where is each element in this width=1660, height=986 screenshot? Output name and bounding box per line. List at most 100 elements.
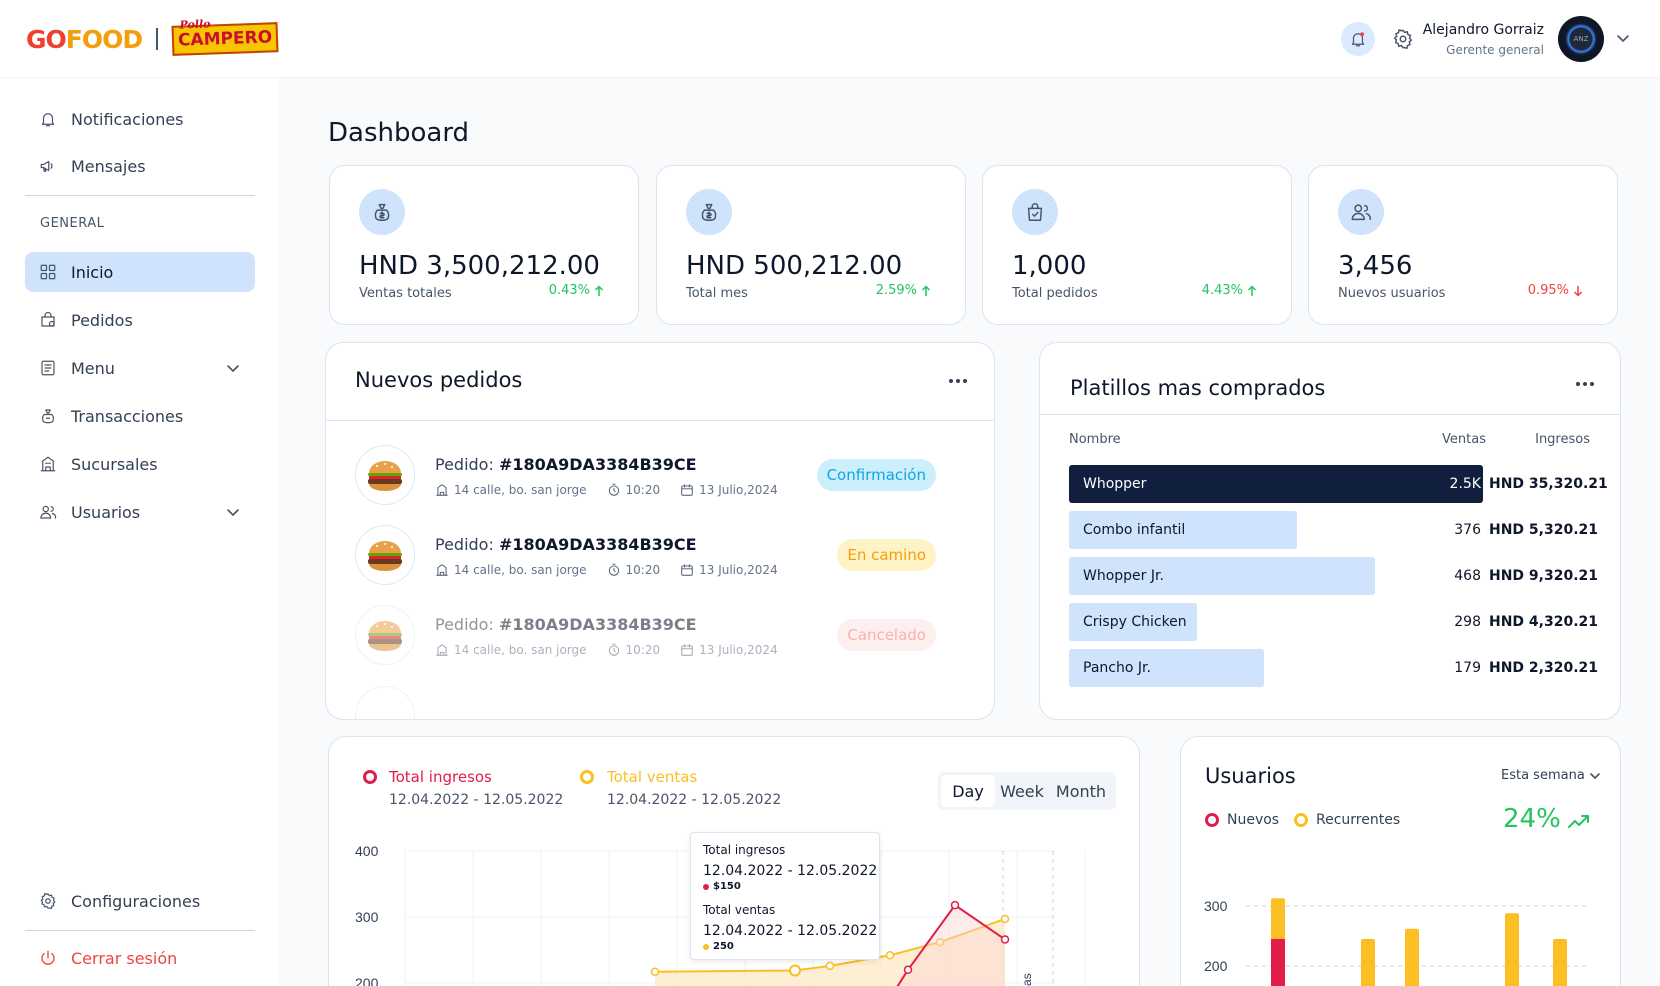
order-row[interactable]: Pedido: #180A9DA3384B39CE 14 calle, bo. s… [355,525,965,589]
sidebar-item-label: Menu [71,358,115,378]
stat-change-value: 4.43% [1201,283,1243,298]
avatar[interactable]: ANZ [1558,16,1604,62]
chevron-down-icon[interactable] [1616,30,1630,48]
sidebar-item-menu[interactable]: Menu [25,348,255,388]
tab-month[interactable]: Month [1049,775,1113,807]
more-options-icon[interactable] [1576,382,1594,386]
order-address-text: 14 calle, bo. san jorge [454,563,587,577]
tooltip-title-ventas: Total ventas [703,903,776,917]
sidebar-item-configuraciones[interactable]: Configuraciones [25,881,255,921]
table-row[interactable]: Crispy Chicken 298 HND 4,320.21 [1069,603,1598,641]
order-address: 14 calle, bo. san jorge [435,563,587,577]
order-row[interactable]: Pedido: #180A9DA3384B39CE 14 calle, bo. s… [355,445,965,509]
chevron-down-icon[interactable] [225,504,241,520]
panel-title: Usuarios [1205,764,1296,788]
stat-change-value: 0.95% [1527,283,1569,298]
status-badge: En camino [837,539,936,571]
dish-income: HND 4,320.21 [1489,614,1599,630]
table-row[interactable]: Pancho Jr. 179 HND 2,320.21 [1069,649,1598,687]
arrow-up-icon [1247,284,1257,296]
order-time: 10:20 [607,483,661,497]
logout-button[interactable]: Cerrar sesión [25,938,255,978]
logo-food-text: FOOD [65,24,143,54]
chart-tooltip: Total ingresos 12.04.2022 - 12.05.2022 $… [690,832,880,960]
column-header-ingresos: Ingresos [1535,432,1590,447]
order-time-text: 10:20 [625,483,661,497]
order-row[interactable]: Pedido: #180A9DA3384B39CE 14 calle, bo. s… [355,605,965,669]
period-select[interactable]: Esta semana [1501,768,1601,783]
arrow-up-icon [594,284,604,296]
stat-value: 3,456 [1338,251,1413,281]
order-avatar-partial [355,686,415,719]
table-row[interactable]: Whopper 2.5K HND 35,320.21 [1069,465,1608,503]
sidebar-item-transacciones[interactable]: Transacciones [25,396,255,436]
users-icon [40,505,57,519]
stat-change: 4.43% [1202,283,1257,298]
data-point-ventas[interactable] [789,964,801,977]
sidebar-divider [25,195,255,196]
order-address: 14 calle, bo. san jorge [435,643,587,657]
data-point-ingresos[interactable] [1000,935,1010,944]
stat-card-nuevos-usuarios[interactable]: 3,456 Nuevos usuarios 0.95% [1308,165,1618,325]
legend-ingresos-range: 12.04.2022 - 12.05.2022 [389,792,564,808]
sidebar-item-sucursales[interactable]: Sucursales [25,444,255,484]
tooltip-date-ingresos: 12.04.2022 - 12.05.2022 [703,863,878,879]
data-point-ventas[interactable] [885,951,895,960]
order-meta: 14 calle, bo. san jorge 10:20 13 Julio,202… [435,563,798,577]
bar-recurrentes[interactable] [1405,928,1419,986]
dish-sales: 298 [1454,614,1481,630]
stat-card-total-mes[interactable]: HND 500,212.00 Total mes 2.59% [656,165,966,325]
app-logo[interactable]: GO FOOD Pollo CAMPERO [26,18,279,56]
tab-week[interactable]: Week [997,775,1047,807]
data-point-ventas[interactable] [825,961,835,971]
data-point-ingresos[interactable] [950,900,960,910]
sidebar-item-pedidos[interactable]: Pedidos [25,300,255,340]
data-point-ventas[interactable] [650,967,660,977]
stat-card-ventas-totales[interactable]: HND 3,500,212.00 Ventas totales 0.43% [329,165,639,325]
trending-up-icon [1568,815,1589,828]
bar-nuevos[interactable] [1271,939,1285,986]
bar-recurrentes[interactable] [1505,913,1519,986]
burger-icon [355,445,415,505]
sidebar-item-inicio[interactable]: Inicio [25,252,255,292]
stat-value: 1,000 [1012,251,1087,281]
brand-logo-small-text: Pollo [179,17,211,32]
stat-label: Total pedidos [1012,286,1098,301]
stat-card-total-pedidos[interactable]: 1,000 Total pedidos 4.43% [982,165,1292,325]
tooltip-title-ingresos: Total ingresos [703,843,786,857]
dish-sales: 376 [1454,522,1481,538]
data-point-ventas[interactable] [1000,914,1010,924]
bar-recurrentes[interactable] [1553,939,1567,986]
sidebar-item-label: Usuarios [71,502,141,522]
panel-title: Platillos mas comprados [1070,376,1326,400]
shopping-bag-check-icon [1027,203,1043,221]
logo-divider [156,28,159,50]
table-row[interactable]: Combo infantil 376 HND 5,320.21 [1069,511,1598,549]
chevron-down-icon[interactable] [225,360,241,376]
users-bar-chart[interactable]: 300 200 [1190,880,1610,986]
money-bag-icon [374,203,390,221]
more-options-icon[interactable] [949,379,967,383]
sidebar-item-label: Mensajes [71,156,146,176]
y-tick-label: 300 [1204,898,1228,914]
stat-change-value: 2.59% [875,283,917,298]
order-title: Pedido: #180A9DA3384B39CE [435,615,697,634]
dish-name: Whopper [1083,476,1147,492]
user-role: Gerente general [1446,43,1544,57]
order-date-text: 13 Julio,2024 [699,643,778,657]
timer-icon [608,483,619,496]
sidebar-item-mensajes[interactable]: Mensajes [25,146,255,186]
dish-sales: 179 [1454,660,1481,676]
stat-label: Ventas totales [359,286,452,301]
megaphone-icon [40,160,53,172]
notifications-button[interactable] [1341,22,1375,56]
bar-recurrentes[interactable] [1361,939,1375,986]
data-point-ingresos[interactable] [903,965,913,975]
sidebar-item-usuarios[interactable]: Usuarios [25,492,255,532]
table-row[interactable]: Whopper Jr. 468 HND 9,320.21 [1069,557,1598,595]
order-title: Pedido: #180A9DA3384B39CE [435,535,697,554]
sidebar-item-notificaciones[interactable]: Notificaciones [25,99,255,139]
tab-day[interactable]: Day [941,775,995,807]
panel-divider [1040,414,1620,415]
legend-ventas-range: 12.04.2022 - 12.05.2022 [607,792,782,808]
